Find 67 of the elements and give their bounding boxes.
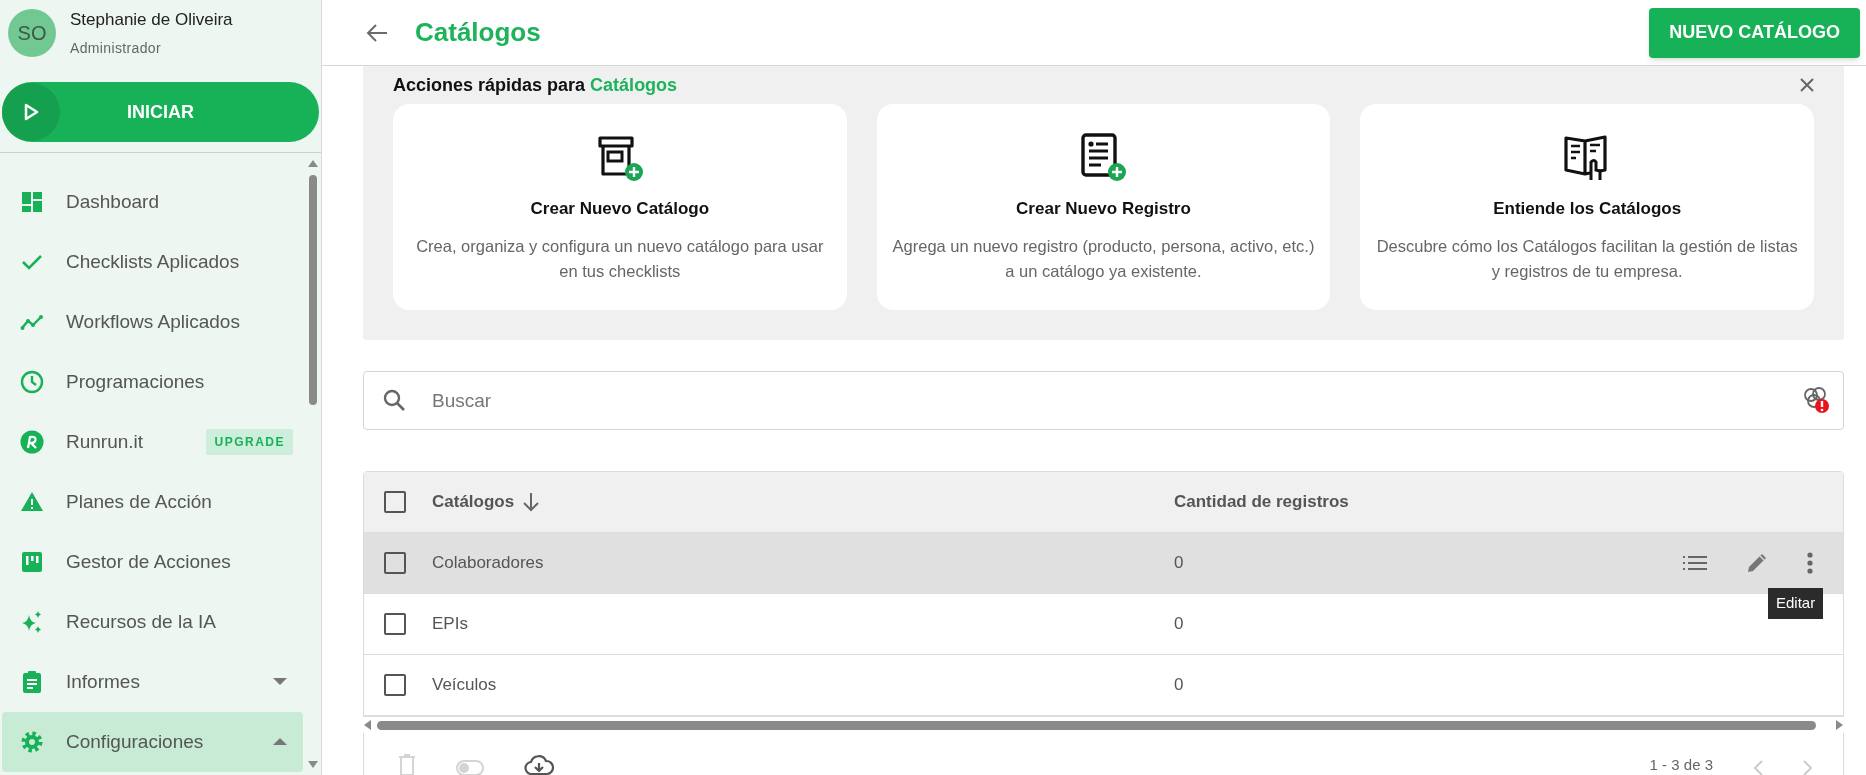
nav-item[interactable]: Workflows Aplicados [2, 292, 303, 352]
group-warning-icon[interactable] [1802, 386, 1830, 414]
search-icon [383, 389, 405, 411]
caret-icon[interactable] [273, 678, 287, 686]
table-cell-text: 0 [1174, 552, 1184, 575]
action-card[interactable]: Crear Nuevo Catálogo Crea, organiza y configura un nuevo catálogo para usar en tus checklists [393, 104, 847, 310]
warning-icon [20, 490, 44, 514]
list-icon[interactable] [1683, 555, 1707, 571]
tooltip: Editar [1768, 588, 1824, 619]
more-options-icon[interactable] [1807, 552, 1813, 574]
nav-item[interactable]: Checklists Aplicados [2, 232, 303, 292]
pagination-text: 1 - 3 de 3 [1649, 754, 1713, 775]
table-cell: Colaboradores [432, 553, 544, 573]
nav-item[interactable]: Planes de Acción [2, 472, 303, 532]
gear-icon [20, 730, 44, 754]
table-cell-text: 0 [1174, 613, 1184, 636]
panel-heading: Acciones rápidas para Catálogos [393, 73, 678, 97]
scroll-left-icon[interactable] [363, 720, 371, 730]
table-cell-text: 0 [1174, 674, 1184, 697]
play-icon [2, 83, 60, 141]
card-title: Crear Nuevo Registro [1016, 198, 1191, 220]
card-title: Crear Nuevo Catálogo [530, 198, 710, 220]
action-card[interactable]: Crear Nuevo Registro Agrega un nuevo registro (producto, persona, activo, etc.) a un catálogo ya existente. [876, 104, 1331, 310]
scroll-right-icon[interactable] [1836, 720, 1844, 730]
dashboard-icon [20, 190, 44, 214]
nav-item[interactable]: Dashboard [2, 172, 303, 232]
row-checkbox[interactable] [384, 613, 406, 635]
scrollbar-thumb[interactable] [309, 175, 317, 405]
caret-icon[interactable] [273, 738, 287, 746]
scrollbar-thumb[interactable] [377, 720, 1816, 730]
scroll-up-icon[interactable] [308, 159, 318, 167]
nav-item[interactable]: Runrun.it UPGRADE [2, 412, 303, 472]
cloud-download-icon[interactable] [524, 754, 554, 775]
nav-item[interactable]: Gestor de Acciones [2, 532, 303, 592]
back-arrow-icon[interactable] [366, 22, 388, 43]
avatar: SO [8, 9, 56, 57]
card-description: Descubre cómo los Catálogos facilitan la gestión de listas y registros de tu empresa. [1375, 235, 1799, 282]
table-cell: EPIs [432, 614, 468, 634]
row-checkbox[interactable] [384, 674, 406, 696]
card-title: Entiende los Catálogos [1493, 198, 1682, 220]
page-title: Catálogos [415, 16, 541, 49]
sort-arrow-icon[interactable] [522, 492, 541, 512]
nav-item[interactable]: Recursos de la IA [2, 592, 303, 652]
nav-item[interactable]: Programaciones [2, 352, 303, 412]
close-icon[interactable] [1800, 78, 1814, 92]
toggle-icon[interactable] [456, 760, 484, 775]
board-icon [20, 550, 44, 574]
clock-icon [20, 370, 44, 394]
search-field[interactable]: Buscar [363, 371, 1844, 430]
column-header[interactable]: Catálogos [432, 489, 515, 515]
column-header[interactable]: Cantidad de registros [1174, 489, 1349, 515]
table-row[interactable]: Colaboradores 0 [364, 533, 1843, 594]
scroll-down-icon[interactable] [308, 761, 318, 769]
user-name: Stephanie de Oliveira [70, 8, 233, 31]
user-role: Administrador [70, 39, 162, 59]
nav-item[interactable]: Configuraciones [2, 712, 303, 772]
pencil-icon[interactable] [1745, 551, 1769, 575]
clipboard-icon [20, 670, 44, 694]
table-cell: Veículos [432, 675, 497, 695]
select-all-checkbox[interactable] [384, 491, 406, 513]
document-plus-icon [1078, 132, 1129, 182]
card-description: Crea, organiza y configura un nuevo catálogo para usar en tus checklists [415, 235, 825, 282]
nav-item[interactable]: Informes [2, 652, 303, 712]
card-description: Agrega un nuevo registro (producto, persona, activo, etc.) a un catálogo ya existente. [891, 235, 1316, 282]
action-card[interactable]: Entiende los Catálogos Descubre cómo los Catálogos facilitan la gestión de listas y registros de tu empresa. [1360, 104, 1814, 310]
row-checkbox[interactable] [384, 552, 406, 574]
r-logo-icon [20, 430, 44, 454]
